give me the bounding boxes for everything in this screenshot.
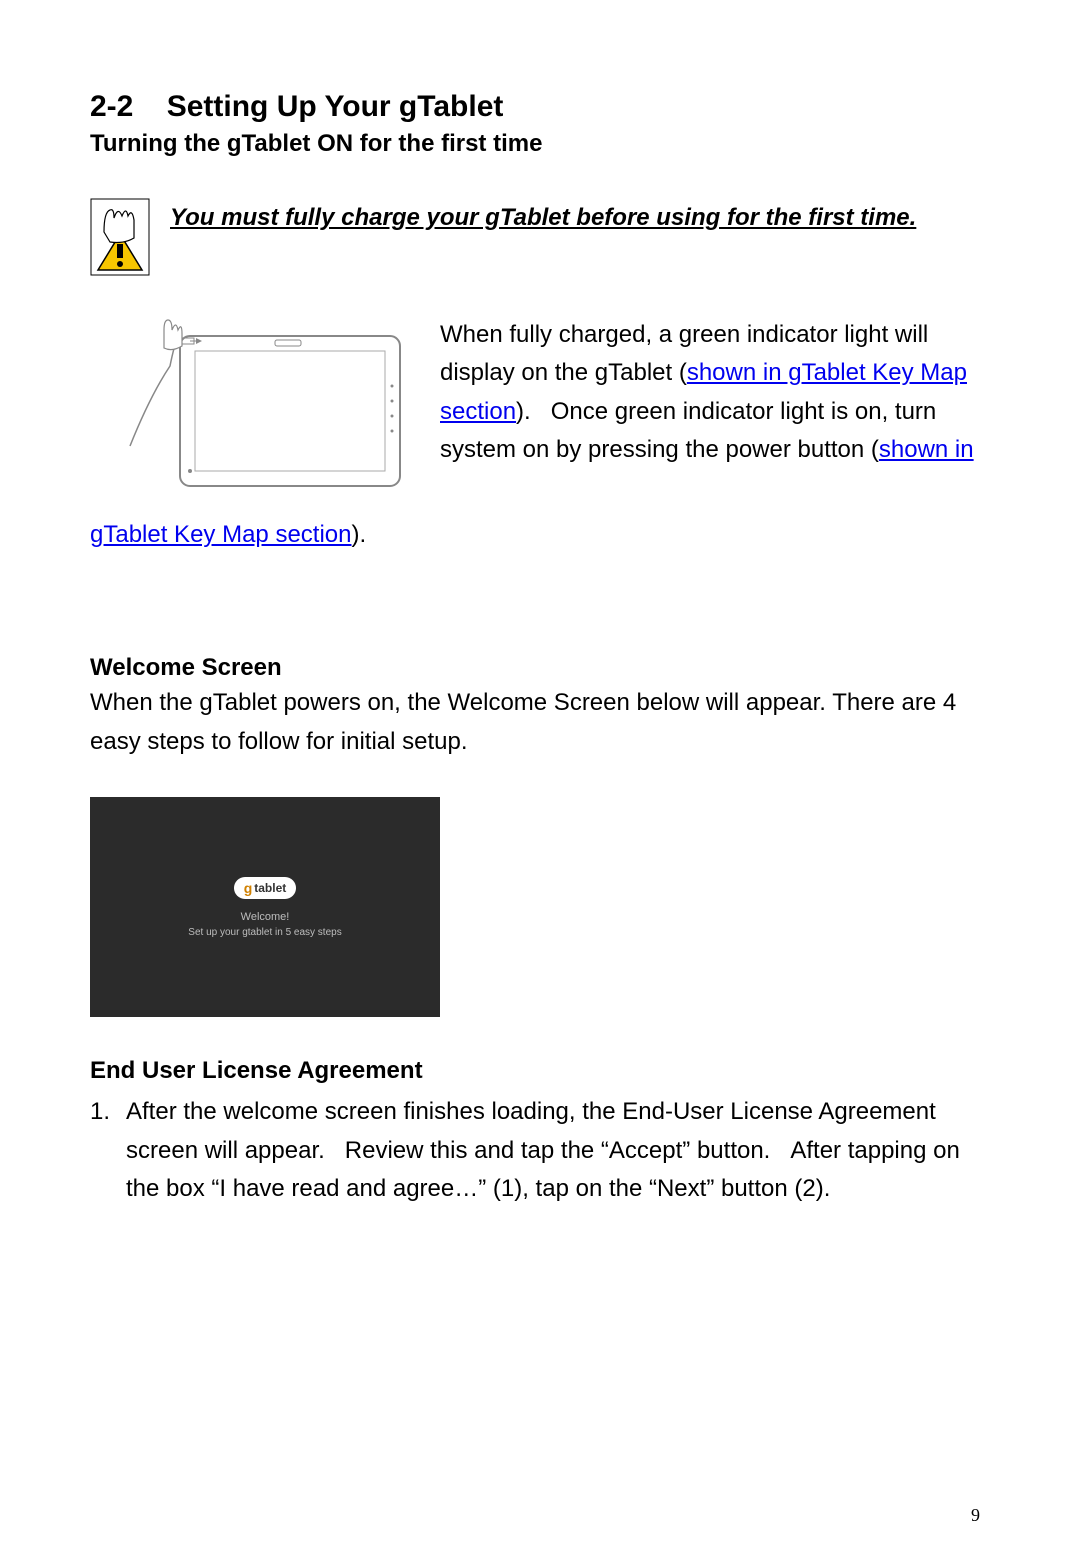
section-heading: Setting Up Your gTablet (167, 90, 504, 123)
eula-heading: End User License Agreement (90, 1057, 990, 1085)
charging-instructions: When fully charged, a green indicator li… (90, 316, 990, 496)
page-number: 9 (971, 1505, 980, 1526)
welcome-subtext: Set up your gtablet in 5 easy steps (188, 927, 341, 938)
section-number: 2-2 (90, 90, 133, 123)
tablet-illustration-icon (120, 316, 420, 496)
charge-notice-text: You must fully charge your gTablet befor… (170, 198, 916, 239)
list-number: 1. (90, 1093, 126, 1208)
charging-text-continuation: gTablet Key Map section). (90, 516, 990, 554)
logo-tablet: tablet (254, 881, 286, 895)
welcome-screenshot: g tablet Welcome! Set up your gtablet in… (90, 797, 440, 1017)
document-page: 2-2 Setting Up Your gTablet Turning the … (0, 0, 1080, 1566)
list-text: After the welcome screen finishes loadin… (126, 1093, 990, 1208)
charging-text: When fully charged, a green indicator li… (440, 316, 990, 470)
welcome-heading: Welcome Screen (90, 654, 990, 682)
key-map-link[interactable]: gTablet Key Map section (90, 521, 351, 548)
list-item: 1. After the welcome screen finishes loa… (90, 1093, 990, 1208)
charge-notice: You must fully charge your gTablet befor… (90, 198, 990, 276)
welcome-body: When the gTablet powers on, the Welcome … (90, 684, 990, 761)
logo-g: g (244, 880, 253, 896)
section-title: 2-2 Setting Up Your gTablet (90, 90, 990, 124)
welcome-label: Welcome! (241, 911, 290, 923)
section-subtitle: Turning the gTablet ON for the first tim… (90, 130, 990, 158)
caution-hand-icon (90, 198, 150, 276)
key-map-link[interactable]: shown in (879, 436, 974, 463)
gtablet-logo: g tablet (234, 877, 297, 899)
text-part: ). (351, 521, 366, 548)
